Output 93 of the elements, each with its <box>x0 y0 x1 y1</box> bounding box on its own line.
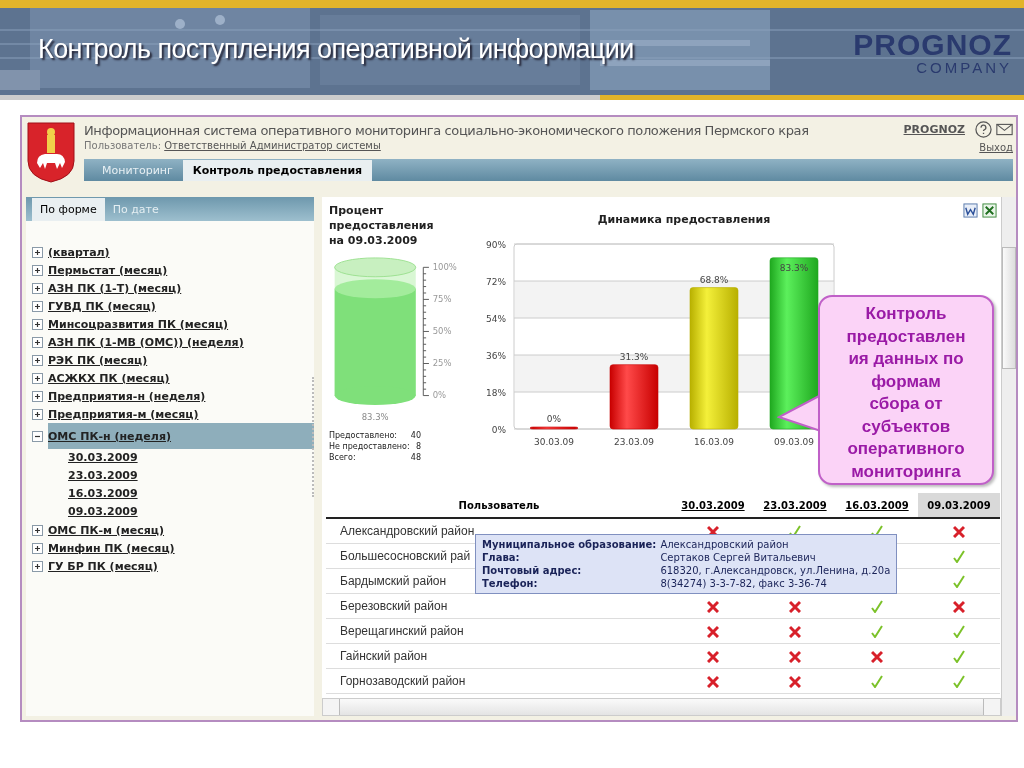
tree-item[interactable]: ГУВД ПК (месяц) <box>48 299 156 313</box>
tree-item[interactable]: 16.03.2009 <box>68 485 314 503</box>
stat-value: 8 <box>415 441 421 452</box>
expand-icon[interactable] <box>32 372 43 384</box>
logout-link[interactable]: Выход <box>979 142 1013 153</box>
axis-label: 16.03.09 <box>693 437 735 447</box>
chart-title: Динамика предоставления <box>596 213 772 226</box>
axis-label: 30.03.09 <box>533 437 575 447</box>
slide-title: Контроль поступления оперативной информации <box>38 34 634 65</box>
expand-icon[interactable] <box>32 246 43 258</box>
tree-item[interactable]: 23.03.2009 <box>68 467 314 485</box>
stat-label: Всего: <box>329 452 356 463</box>
axis-label: 90% <box>486 240 506 250</box>
column-header[interactable]: 09.03.2009 <box>918 493 1000 518</box>
scroll-thumb[interactable] <box>340 699 983 715</box>
logo: PROGNOZ <box>853 30 1012 60</box>
tree-item[interactable]: ОМС ПК-м (месяц) <box>48 523 165 537</box>
stat-value: 48 <box>410 452 421 463</box>
tree-item[interactable]: ГУ БР ПК (месяц) <box>48 559 158 573</box>
tree-item[interactable]: Пермьстат (месяц) <box>48 263 168 277</box>
user-link[interactable]: Ответственный Администратор системы <box>164 140 381 151</box>
tree-item[interactable]: Предприятия-н (неделя) <box>48 389 206 403</box>
axis-label: 54% <box>486 314 506 324</box>
column-header[interactable]: 23.03.2009 <box>754 493 836 518</box>
expand-icon[interactable] <box>32 318 43 330</box>
data-label: 83.3% <box>779 262 809 273</box>
axis-label: 0% <box>432 390 447 401</box>
stat-label: Предоставлено: <box>329 430 397 441</box>
column-header[interactable]: 30.03.2009 <box>672 493 754 518</box>
data-label: 68.8% <box>699 274 729 285</box>
vertical-scrollbar[interactable] <box>1001 197 1016 716</box>
help-icon[interactable] <box>975 121 992 138</box>
tree-item[interactable]: ОМС ПК-н (неделя) <box>48 423 314 449</box>
axis-label: 18% <box>486 388 506 398</box>
coat-of-arms-icon <box>26 121 76 183</box>
tree-item[interactable]: АЗН ПК (1-Т) (месяц) <box>48 281 182 295</box>
tooltip-label: Телефон: <box>482 577 539 590</box>
tree-item[interactable]: Минфин ПК (месяц) <box>48 541 175 555</box>
axis-label: 72% <box>486 277 506 287</box>
collapse-icon[interactable] <box>32 430 43 442</box>
app-title: Информационная система оперативного мониторинга социально-экономического положения Пермского края <box>84 123 809 138</box>
axis-label: 36% <box>486 351 506 361</box>
tree-item[interactable]: (квартал) <box>48 245 110 259</box>
axis-label: 100% <box>432 262 457 273</box>
axis-label: 0% <box>491 425 506 435</box>
data-label: 0% <box>546 414 562 424</box>
splitter-handle[interactable] <box>309 377 314 497</box>
tree-item[interactable]: АЗН ПК (1-МВ (ОМС)) (неделя) <box>48 335 244 349</box>
stat-label: Не предоставлено: <box>329 441 410 452</box>
table-cell: Гайнский район <box>326 643 672 669</box>
expand-icon[interactable] <box>32 390 43 402</box>
expand-icon[interactable] <box>32 524 43 536</box>
callout-tail <box>777 393 821 433</box>
tree-item[interactable]: 30.03.2009 <box>68 449 314 467</box>
data-label: 31.3% <box>619 351 649 362</box>
expand-icon[interactable] <box>32 560 43 572</box>
gauge-title: Процент предоставления на 09.03.2009 <box>329 203 435 248</box>
tree-item[interactable]: Минсоцразвития ПК (месяц) <box>48 317 229 331</box>
table-cell: Верещагинский район <box>326 618 672 644</box>
expand-icon[interactable] <box>32 300 43 312</box>
mail-icon[interactable] <box>996 121 1013 138</box>
expand-icon[interactable] <box>32 408 43 420</box>
tree-item[interactable]: РЭК ПК (месяц) <box>48 353 148 367</box>
expand-icon[interactable] <box>32 264 43 276</box>
bar <box>609 364 659 430</box>
horizontal-scrollbar[interactable] <box>322 698 1001 716</box>
axis-label: 75% <box>432 294 452 305</box>
axis-label: 25% <box>432 358 452 369</box>
tree-item[interactable]: АСЖКХ ПК (месяц) <box>48 371 170 385</box>
tab[interactable]: Контроль предоставления <box>182 160 373 181</box>
axis-label: 50% <box>432 326 452 337</box>
tab[interactable]: По форме <box>32 198 105 221</box>
logo-subtitle: COMPANY <box>916 60 1012 75</box>
stat-value: 40 <box>410 430 421 441</box>
table-cell: Горнозаводский район <box>326 668 672 694</box>
brand-link[interactable]: PROGNOZ <box>903 123 965 136</box>
expand-icon[interactable] <box>32 336 43 348</box>
tooltip-label: Глава: <box>482 551 521 564</box>
axis-label: 09.03.09 <box>773 437 815 447</box>
expand-icon[interactable] <box>32 542 43 554</box>
axis-label: 23.03.09 <box>613 437 655 447</box>
scroll-thumb[interactable] <box>1002 247 1016 369</box>
callout: Контроль предоставлен ия данных по формам сбора от субъектов оперативного мониторинга <box>818 295 994 485</box>
excel-export-icon[interactable] <box>982 203 997 218</box>
column-header: Пользователь <box>326 493 672 518</box>
tree-item[interactable]: Предприятия-м (месяц) <box>48 407 199 421</box>
word-export-icon[interactable] <box>963 203 978 218</box>
expand-icon[interactable] <box>32 282 43 294</box>
expand-icon[interactable] <box>32 354 43 366</box>
bar <box>529 426 579 430</box>
tree-item[interactable]: 09.03.2009 <box>68 503 314 521</box>
gauge-reading: 83.3% <box>361 412 389 423</box>
user-label: Пользователь: <box>84 140 161 151</box>
